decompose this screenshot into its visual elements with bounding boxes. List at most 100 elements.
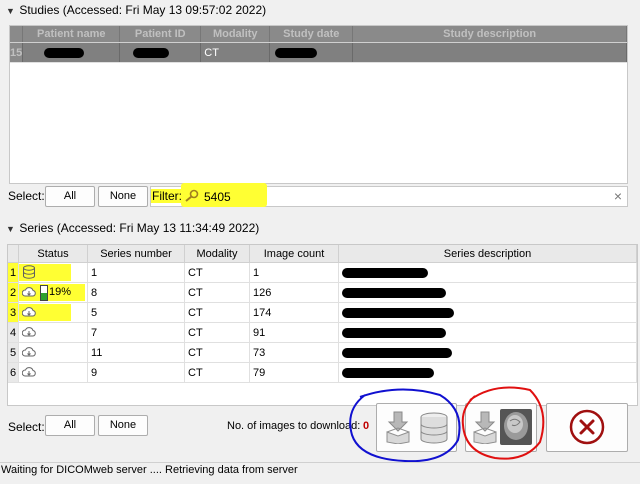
col-series-description[interactable]: Series description bbox=[338, 245, 637, 263]
filter-field[interactable]: Filter: 5405 × bbox=[150, 183, 628, 207]
col-status[interactable]: Status bbox=[18, 245, 88, 263]
series-select-label: Select: bbox=[8, 420, 45, 434]
download-box-icon bbox=[473, 411, 497, 444]
series-description-cell bbox=[338, 282, 637, 303]
col-study-description[interactable]: Study description bbox=[352, 26, 627, 43]
col-modality[interactable]: Modality bbox=[200, 26, 271, 43]
series-description-cell bbox=[338, 302, 637, 323]
series-number-cell: 8 bbox=[87, 282, 185, 303]
studies-table: Patient name Patient ID Modality Study d… bbox=[9, 25, 628, 184]
download-count-label: No. of images to download: bbox=[227, 420, 361, 432]
patient-id-cell bbox=[119, 42, 202, 63]
series-number-cell: 9 bbox=[87, 362, 185, 383]
search-icon bbox=[185, 189, 199, 202]
series-number-cell: 11 bbox=[87, 342, 185, 363]
col-patient-id[interactable]: Patient ID bbox=[119, 26, 202, 43]
status-bar: Waiting for DICOMweb server .... Retriev… bbox=[0, 462, 640, 484]
modality-cell: CT bbox=[184, 362, 250, 383]
studies-group-title[interactable]: ▼ Studies (Accessed: Fri May 13 09:57:02… bbox=[6, 3, 266, 17]
clear-icon[interactable]: × bbox=[614, 188, 622, 204]
table-row[interactable]: 4 7 CT 91 bbox=[8, 322, 637, 343]
col-series-number[interactable]: Series number bbox=[87, 245, 185, 263]
series-table: Status Series number Modality Image coun… bbox=[7, 244, 638, 406]
table-row[interactable]: 1 1 CT 1 bbox=[8, 262, 637, 283]
cloud-download-icon bbox=[22, 367, 36, 377]
row-number: 5 bbox=[8, 342, 19, 363]
download-box-icon bbox=[386, 411, 410, 444]
table-row[interactable]: 2 19% 8 CT 126 bbox=[8, 282, 637, 303]
modality-cell: CT bbox=[184, 322, 250, 343]
download-progress-label: 19% bbox=[49, 286, 72, 298]
series-description-cell bbox=[338, 362, 637, 383]
table-row[interactable]: 15 CT bbox=[10, 42, 627, 63]
col-patient-name[interactable]: Patient name bbox=[22, 26, 121, 43]
redacted-block bbox=[342, 307, 454, 318]
col-study-date[interactable]: Study date bbox=[269, 26, 354, 43]
col-image-count[interactable]: Image count bbox=[249, 245, 339, 263]
series-number-cell: 5 bbox=[87, 302, 185, 323]
series-description-cell bbox=[338, 342, 637, 363]
status-cell bbox=[18, 342, 88, 363]
database-icon bbox=[23, 265, 35, 279]
download-count-value: 0 bbox=[363, 420, 370, 432]
download-to-viewer-button[interactable] bbox=[465, 403, 537, 452]
row-number: 6 bbox=[8, 362, 19, 383]
series-number-cell: 1 bbox=[87, 262, 185, 283]
series-title: Series (Accessed: Fri May 13 11:34:49 20… bbox=[19, 221, 260, 235]
image-count-cell: 79 bbox=[249, 362, 339, 383]
row-header-corner bbox=[8, 245, 19, 263]
status-highlight bbox=[19, 304, 71, 321]
close-icon bbox=[569, 409, 605, 445]
download-progress-fill bbox=[41, 293, 47, 300]
table-row[interactable]: 5 11 CT 73 bbox=[8, 342, 637, 363]
brain-scan-icon bbox=[500, 409, 532, 445]
studies-title: Studies (Accessed: Fri May 13 09:57:02 2… bbox=[19, 3, 267, 17]
modality-cell: CT bbox=[184, 262, 250, 283]
series-select-none-button[interactable]: None bbox=[98, 415, 148, 436]
status-highlight bbox=[19, 264, 71, 281]
series-group-title[interactable]: ▼ Series (Accessed: Fri May 13 11:34:49 … bbox=[6, 221, 259, 235]
table-row[interactable]: 6 9 CT 79 bbox=[8, 362, 637, 383]
database-icon bbox=[420, 412, 448, 444]
row-header-corner bbox=[10, 26, 24, 43]
row-number: 2 bbox=[8, 282, 19, 303]
download-to-database-button[interactable] bbox=[376, 403, 457, 452]
redacted-block bbox=[342, 287, 446, 298]
close-button[interactable] bbox=[546, 403, 628, 452]
row-number: 4 bbox=[8, 322, 19, 343]
redacted-block bbox=[342, 367, 434, 378]
status-cell bbox=[18, 302, 88, 323]
collapse-arrow-icon[interactable]: ▼ bbox=[6, 6, 16, 16]
studies-select-none-button[interactable]: None bbox=[98, 186, 148, 207]
series-select-all-button[interactable]: All bbox=[45, 415, 95, 436]
collapse-arrow-icon[interactable]: ▼ bbox=[6, 224, 16, 234]
col-modality[interactable]: Modality bbox=[184, 245, 250, 263]
redacted-block bbox=[133, 47, 170, 58]
download-progress-bar bbox=[40, 285, 48, 301]
series-description-cell bbox=[338, 322, 637, 343]
row-number: 1 bbox=[8, 262, 19, 283]
table-row[interactable]: 3 5 CT 174 bbox=[8, 302, 637, 323]
image-count-cell: 91 bbox=[249, 322, 339, 343]
image-count-cell: 174 bbox=[249, 302, 339, 323]
study-date-cell bbox=[269, 42, 354, 63]
studies-select-all-button[interactable]: All bbox=[45, 186, 95, 207]
row-number: 3 bbox=[8, 302, 19, 323]
studies-select-label: Select: bbox=[8, 189, 45, 203]
redacted-block bbox=[342, 347, 452, 358]
cloud-download-icon bbox=[22, 287, 36, 297]
filter-label: Filter: bbox=[151, 189, 183, 203]
status-cell bbox=[18, 362, 88, 383]
image-count-cell: 1 bbox=[249, 262, 339, 283]
status-cell bbox=[18, 262, 88, 283]
study-description-cell bbox=[352, 42, 627, 63]
redacted-block bbox=[44, 47, 85, 58]
status-message: Waiting for DICOMweb server .... Retriev… bbox=[1, 464, 298, 476]
patient-name-cell bbox=[22, 42, 121, 63]
image-count-cell: 73 bbox=[249, 342, 339, 363]
modality-cell: CT bbox=[184, 342, 250, 363]
status-cell bbox=[18, 322, 88, 343]
redacted-block bbox=[342, 327, 446, 338]
filter-input[interactable]: 5405 bbox=[204, 190, 231, 204]
modality-cell: CT bbox=[200, 42, 271, 63]
